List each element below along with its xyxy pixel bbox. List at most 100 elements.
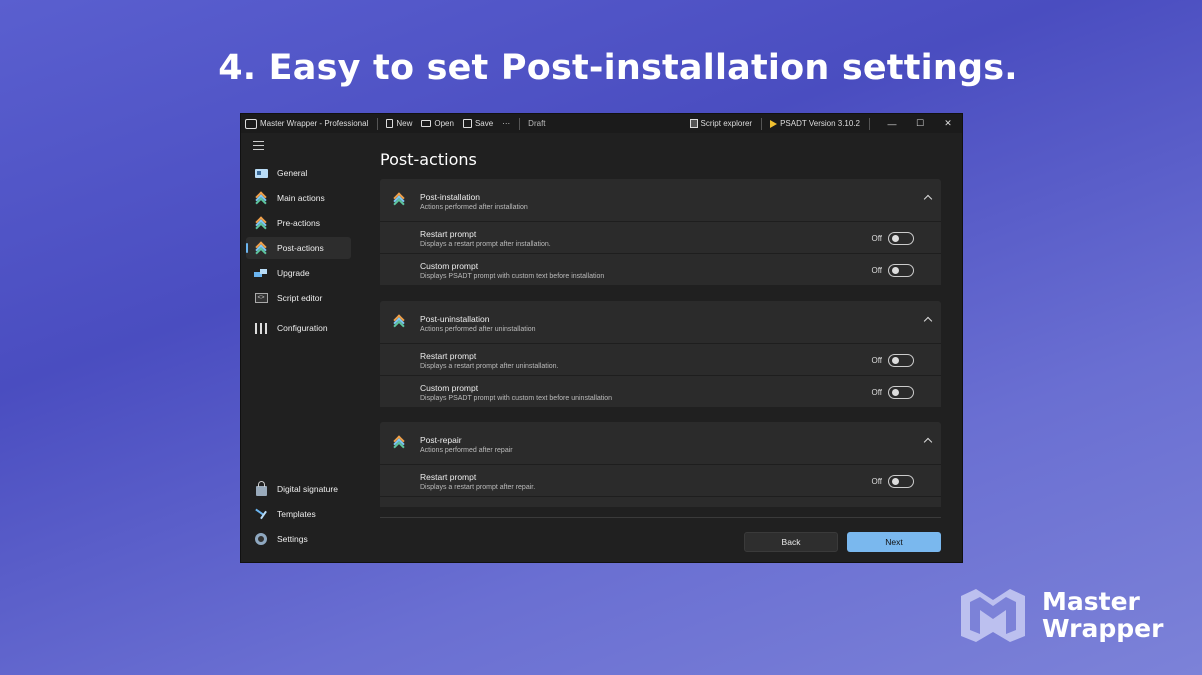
brand-line-1: Master — [1042, 587, 1140, 616]
setting-row: Restart prompt Displays a restart prompt… — [380, 464, 941, 496]
toggle-state-label: Off — [871, 388, 882, 397]
new-label: New — [396, 119, 413, 128]
sidebar-item-label: Upgrade — [277, 268, 310, 278]
settings-scroll-area[interactable]: Post-installation Actions performed afte… — [380, 179, 941, 507]
open-button[interactable]: Open — [421, 119, 454, 128]
sidebar-item-digital-signature[interactable]: Digital signature — [246, 478, 351, 500]
restart-prompt-toggle[interactable] — [888, 354, 914, 367]
open-label: Open — [434, 119, 454, 128]
settings-group-post-installation: Post-installation Actions performed afte… — [380, 179, 941, 285]
general-card-icon — [254, 166, 268, 180]
group-title: Post-uninstallation — [420, 314, 490, 324]
upgrade-icon — [254, 266, 268, 280]
setting-row: Restart prompt Displays a restart prompt… — [380, 343, 941, 375]
master-wrapper-logo-icon — [961, 589, 1025, 642]
hamburger-menu-icon[interactable] — [253, 141, 264, 153]
sidebar-item-label: Pre-actions — [277, 218, 320, 228]
back-button[interactable]: Back — [744, 532, 838, 552]
setting-description: Displays a restart prompt after uninstal… — [420, 363, 559, 370]
setting-title: Restart prompt — [420, 229, 477, 239]
setting-description: Displays PSADT prompt with custom text b… — [420, 273, 605, 280]
sidebar-item-label: Digital signature — [277, 484, 338, 494]
sidebar-item-post-actions[interactable]: Post-actions — [246, 237, 351, 259]
chevron-stack-icon — [254, 241, 268, 259]
sidebar-item-templates[interactable]: Templates — [246, 503, 351, 525]
app-logo-icon — [245, 118, 257, 129]
setting-description: Displays a restart prompt after installa… — [420, 241, 551, 248]
brand-name: Master Wrapper — [1042, 588, 1163, 642]
divider — [519, 117, 521, 130]
sidebar-item-general[interactable]: General — [246, 162, 351, 184]
save-button[interactable]: Save — [462, 119, 494, 128]
maximize-button[interactable]: ☐ — [906, 118, 934, 129]
script-explorer-label: Script explorer — [700, 119, 753, 128]
sidebar-item-pre-actions[interactable]: Pre-actions — [246, 212, 351, 234]
divider — [869, 117, 870, 130]
toggle-state-label: Off — [871, 356, 882, 365]
chevron-up-icon[interactable] — [923, 316, 933, 326]
divider — [761, 117, 763, 130]
chevron-stack-icon — [254, 191, 268, 209]
setting-description: Displays PSADT prompt with custom text b… — [420, 395, 613, 402]
sidebar-item-upgrade[interactable]: Upgrade — [246, 262, 351, 284]
group-header[interactable]: Post-repair Actions performed after repa… — [380, 422, 941, 464]
sidebar-item-script-editor[interactable]: <> Script editor — [246, 287, 351, 309]
group-header[interactable]: Post-installation Actions performed afte… — [380, 179, 941, 221]
lock-icon — [254, 480, 268, 496]
restart-prompt-toggle[interactable] — [888, 232, 914, 245]
more-button[interactable]: ··· — [502, 119, 510, 128]
setting-row: Custom prompt Displays PSADT prompt with… — [380, 375, 941, 407]
script-explorer-icon — [689, 119, 698, 128]
chevron-stack-icon — [254, 216, 268, 234]
main-content: Post-actions Post-installation Actions p… — [356, 133, 962, 562]
app-title-text: Master Wrapper - Professional — [260, 119, 369, 128]
next-button[interactable]: Next — [847, 532, 941, 552]
headline: 4. Easy to set Post-installation setting… — [218, 48, 1018, 88]
active-indicator — [246, 243, 248, 253]
group-title: Post-repair — [420, 435, 462, 445]
save-label: Save — [474, 119, 494, 128]
brand-logo-block: Master Wrapper — [958, 585, 1198, 645]
script-explorer-button[interactable]: Script explorer — [689, 119, 753, 128]
page-title: Post-actions — [380, 150, 477, 169]
setting-row-partial — [380, 496, 941, 507]
sidebar-item-label: Script editor — [277, 293, 323, 303]
more-icon: ··· — [502, 119, 511, 128]
app-window: Master Wrapper - Professional New Open S… — [240, 113, 963, 563]
new-file-icon — [386, 119, 394, 128]
group-subtitle: Actions performed after repair — [420, 447, 513, 454]
toggle-state-label: Off — [871, 477, 882, 486]
settings-group-post-uninstallation: Post-uninstallation Actions performed af… — [380, 301, 941, 407]
save-icon — [462, 119, 472, 128]
chevron-up-icon[interactable] — [923, 194, 933, 204]
divider — [377, 117, 379, 130]
sidebar-item-label: Main actions — [277, 193, 325, 203]
custom-prompt-toggle[interactable] — [888, 264, 914, 277]
setting-description: Displays a restart prompt after repair. — [420, 484, 536, 491]
brand-line-2: Wrapper — [1042, 614, 1164, 643]
chevron-up-icon[interactable] — [923, 437, 933, 447]
minimize-button[interactable]: — — [878, 119, 906, 129]
setting-title: Restart prompt — [420, 351, 477, 361]
status-text: Draft — [528, 119, 546, 128]
sidebar-item-settings[interactable]: Settings — [246, 528, 351, 550]
sliders-icon — [254, 321, 268, 335]
title-bar-right: Script explorer PSADT Version 3.10.2 — ☐… — [689, 114, 962, 133]
close-button[interactable]: ✕ — [934, 118, 962, 129]
sidebar-item-main-actions[interactable]: Main actions — [246, 187, 351, 209]
new-button[interactable]: New — [386, 119, 412, 128]
script-editor-icon: <> — [254, 291, 268, 305]
psadt-icon — [770, 119, 778, 128]
sidebar-item-label: Templates — [277, 509, 316, 519]
group-header[interactable]: Post-uninstallation Actions performed af… — [380, 301, 941, 343]
setting-title: Restart prompt — [420, 472, 477, 482]
custom-prompt-toggle[interactable] — [888, 386, 914, 399]
setting-row: Restart prompt Displays a restart prompt… — [380, 221, 941, 253]
sidebar-item-configuration[interactable]: Configuration — [246, 317, 351, 339]
restart-prompt-toggle[interactable] — [888, 475, 914, 488]
gear-icon — [254, 532, 268, 546]
psadt-version-button[interactable]: PSADT Version 3.10.2 — [770, 119, 860, 128]
sidebar-item-label: Settings — [277, 534, 308, 544]
title-bar: Master Wrapper - Professional New Open S… — [241, 114, 962, 133]
group-subtitle: Actions performed after installation — [420, 204, 528, 211]
